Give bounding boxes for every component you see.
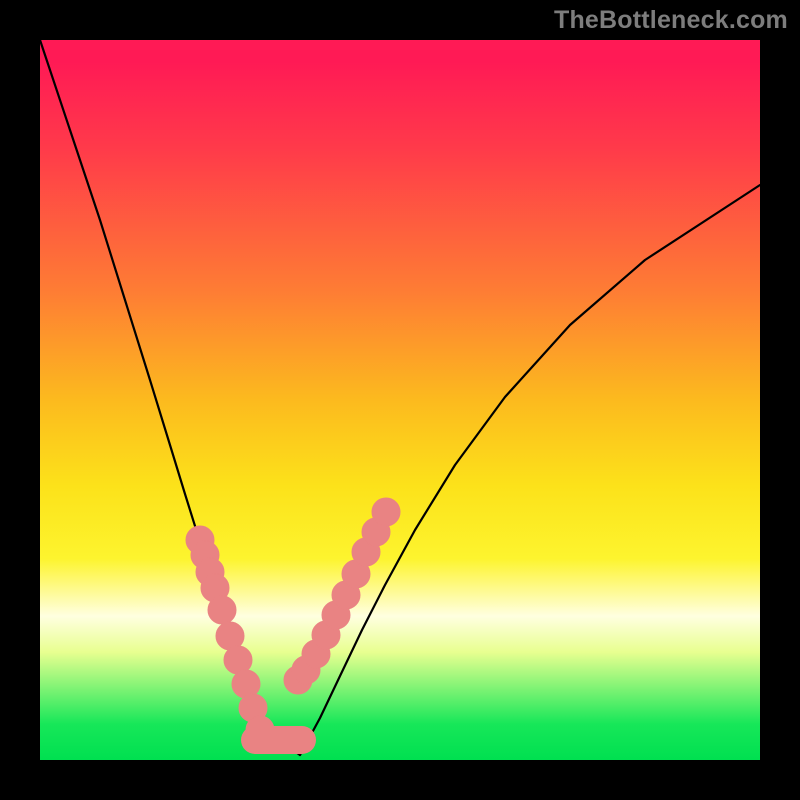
right-curve [300,185,760,755]
marker-group-right [284,498,400,694]
curve-svg [40,40,760,760]
marker-group-left [186,526,274,744]
left-curve [40,40,300,755]
marker-point [372,498,400,526]
chart-stage: TheBottleneck.com [0,0,800,800]
plot-area [40,40,760,760]
watermark-text: TheBottleneck.com [554,6,788,35]
marker-point [208,596,236,624]
